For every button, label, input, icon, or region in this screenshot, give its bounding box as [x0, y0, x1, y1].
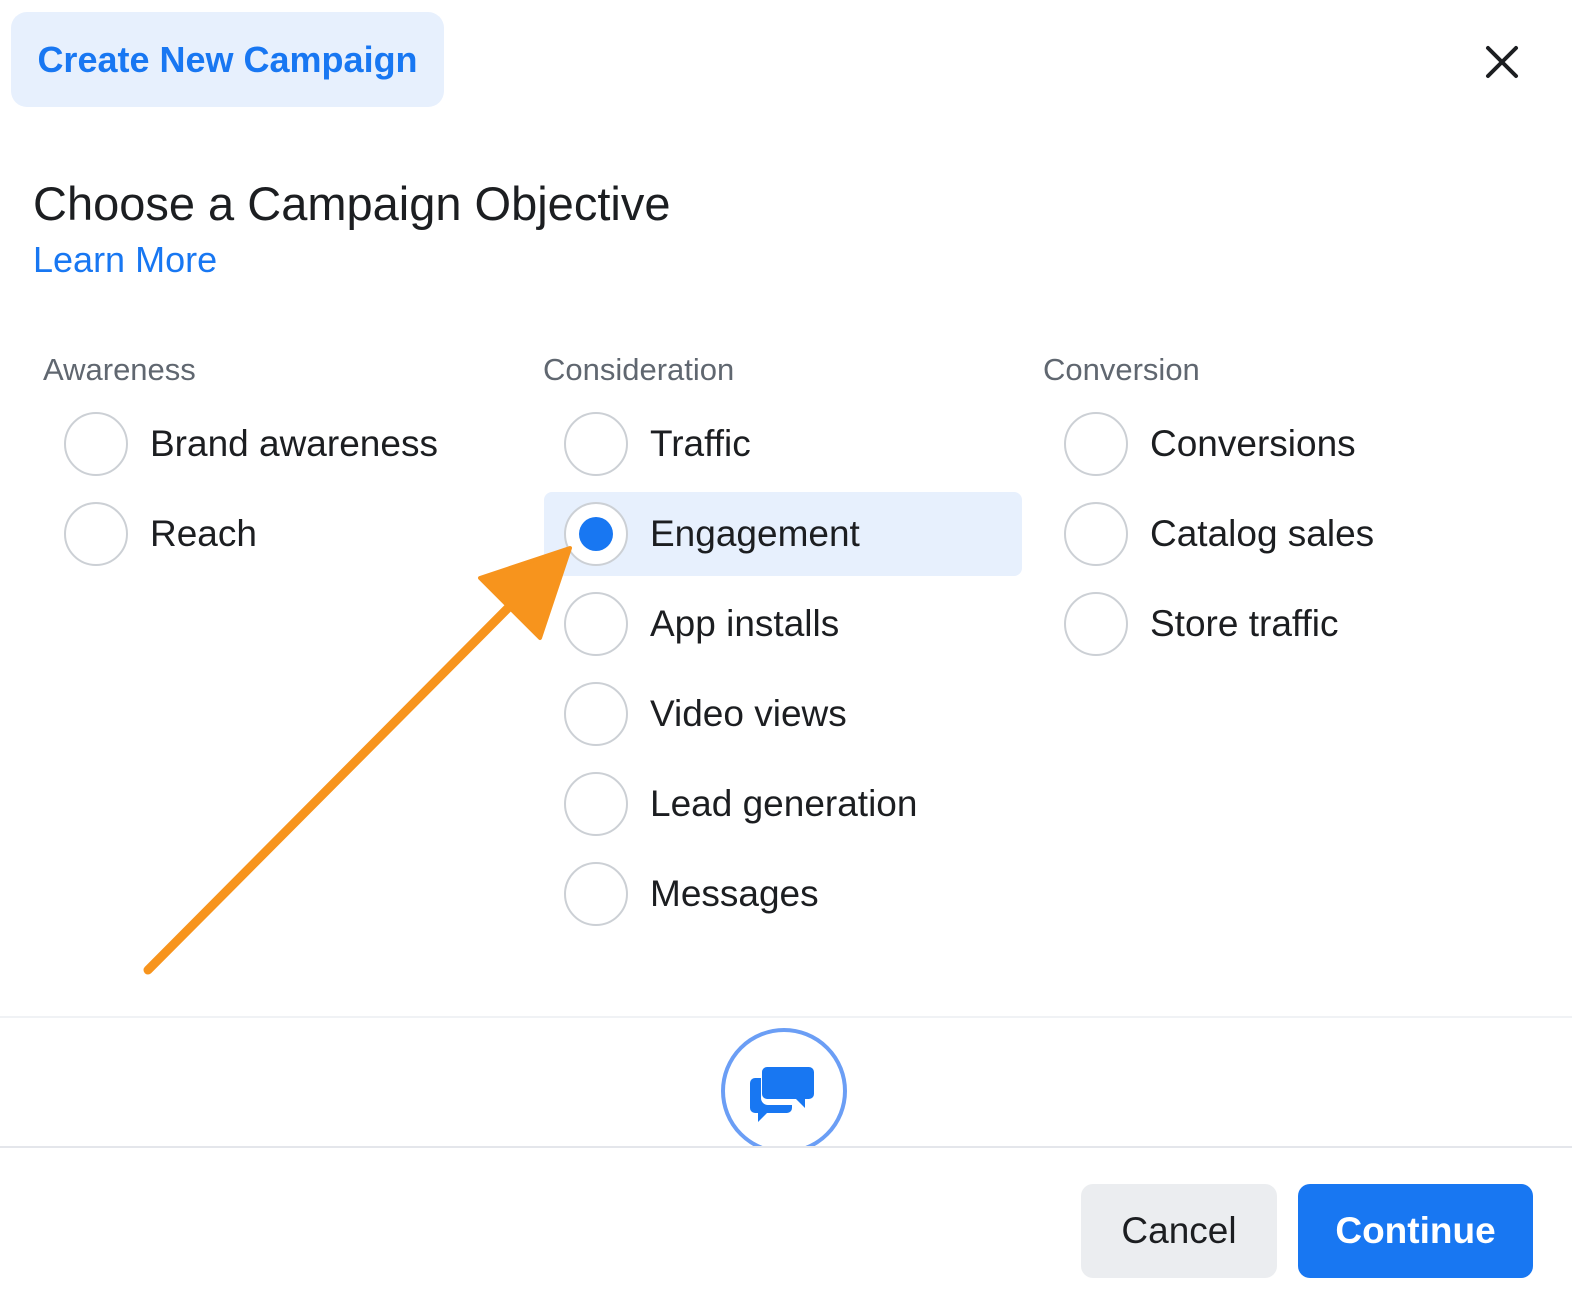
radio-button[interactable]	[564, 862, 628, 926]
option-brand-awareness[interactable]: Brand awareness	[44, 402, 522, 486]
awareness-header: Awareness	[43, 352, 196, 387]
option-store-traffic[interactable]: Store traffic	[1044, 582, 1522, 666]
option-catalog-sales[interactable]: Catalog sales	[1044, 492, 1522, 576]
create-campaign-dialog: Create New Campaign Choose a Campaign Ob…	[0, 0, 1572, 1304]
option-engagement[interactable]: Engagement	[544, 492, 1022, 576]
option-label: Brand awareness	[150, 423, 438, 464]
continue-button[interactable]: Continue	[1298, 1184, 1533, 1278]
option-label: Traffic	[650, 423, 751, 464]
option-label: Store traffic	[1150, 603, 1339, 644]
conversion-header: Conversion	[1043, 352, 1200, 387]
page-title: Choose a Campaign Objective	[33, 177, 671, 230]
radio-button[interactable]	[1064, 502, 1128, 566]
option-label: App installs	[650, 603, 840, 644]
option-lead-generation[interactable]: Lead generation	[544, 762, 1022, 846]
radio-button-selected[interactable]	[564, 502, 628, 566]
footer-divider	[0, 1016, 1572, 1018]
create-new-campaign-tab[interactable]: Create New Campaign	[11, 12, 444, 107]
option-label: Lead generation	[650, 783, 918, 824]
learn-more-link[interactable]: Learn More	[33, 238, 217, 282]
option-label: Engagement	[650, 513, 860, 554]
option-conversions[interactable]: Conversions	[1044, 402, 1522, 486]
radio-button[interactable]	[564, 772, 628, 836]
cancel-button[interactable]: Cancel	[1081, 1184, 1277, 1278]
radio-button[interactable]	[1064, 412, 1128, 476]
option-reach[interactable]: Reach	[44, 492, 522, 576]
close-icon	[1486, 46, 1518, 78]
option-label: Catalog sales	[1150, 513, 1375, 554]
radio-button[interactable]	[1064, 592, 1128, 656]
option-app-installs[interactable]: App installs	[544, 582, 1022, 666]
radio-button[interactable]	[64, 412, 128, 476]
radio-button[interactable]	[564, 682, 628, 746]
option-label: Video views	[650, 693, 847, 734]
close-button[interactable]	[1472, 32, 1532, 92]
consideration-header: Consideration	[543, 352, 735, 387]
radio-button[interactable]	[564, 592, 628, 656]
option-label: Conversions	[1150, 423, 1356, 464]
radio-button[interactable]	[564, 412, 628, 476]
footer-top-border	[0, 1146, 1572, 1148]
option-messages[interactable]: Messages	[544, 852, 1022, 936]
radio-button[interactable]	[64, 502, 128, 566]
option-traffic[interactable]: Traffic	[544, 402, 1022, 486]
option-label: Messages	[650, 873, 819, 914]
option-label: Reach	[150, 513, 257, 554]
option-video-views[interactable]: Video views	[544, 672, 1022, 756]
radio-dot	[579, 517, 613, 551]
chat-bubbles-icon	[721, 1028, 847, 1146]
chat-support-button[interactable]	[721, 1028, 847, 1146]
